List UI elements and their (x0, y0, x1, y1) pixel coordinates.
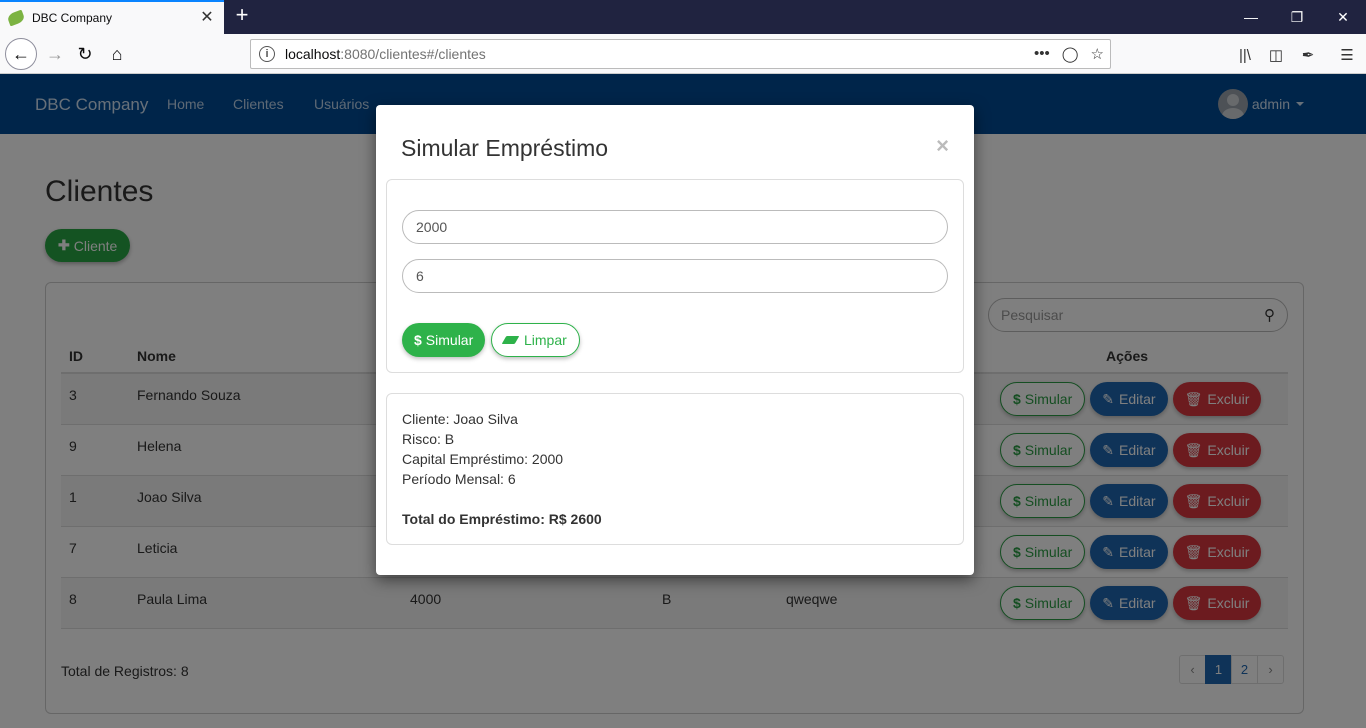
eraser-icon (501, 336, 520, 344)
close-window-icon[interactable]: ✕ (1320, 0, 1366, 34)
eyedropper-icon[interactable]: ✒ (1297, 44, 1319, 66)
dollar-icon: $ (414, 332, 422, 348)
simular-modal: Simular Empréstimo × 2000 6 $ Simular Li… (376, 105, 974, 575)
reload-button[interactable]: ↻ (70, 39, 100, 69)
new-tab-button[interactable]: + (230, 4, 254, 28)
home-button[interactable]: ⌂ (102, 39, 132, 69)
pocket-icon[interactable]: ◯ (1062, 45, 1079, 63)
simular-label: Simular (425, 332, 474, 348)
minimize-icon[interactable]: — (1228, 0, 1274, 34)
limpar-label: Limpar (524, 332, 567, 348)
resultado-periodo: Período Mensal: 6 (402, 471, 516, 487)
modal-title: Simular Empréstimo (401, 135, 609, 161)
url-path: :8080/clientes#/clientes (340, 46, 486, 62)
browser-tab[interactable]: DBC Company ✕ (0, 0, 224, 34)
periodo-input[interactable]: 6 (402, 259, 948, 293)
limpar-button[interactable]: Limpar (491, 323, 580, 357)
browser-tab-bar: DBC Company ✕ + — ❐ ✕ (0, 0, 1366, 34)
url-bar[interactable]: i localhost:8080/clientes#/clientes ••• … (250, 39, 1111, 69)
resultado-capital: Capital Empréstimo: 2000 (402, 451, 564, 467)
browser-toolbar: ← → ↻ ⌂ i localhost:8080/clientes#/clien… (0, 34, 1366, 74)
close-tab-icon[interactable]: ✕ (198, 9, 216, 27)
capital-input[interactable]: 2000 (402, 210, 948, 244)
leaf-icon (6, 9, 26, 27)
library-icon[interactable]: ||\ (1234, 44, 1256, 66)
resultado-total: Total do Empréstimo: R$ 2600 (402, 511, 602, 527)
sidebar-icon[interactable]: ◫ (1265, 44, 1287, 66)
back-button[interactable]: ← (5, 38, 37, 70)
resultado-risco: Risco: B (402, 431, 455, 447)
simulacao-form: 2000 6 $ Simular Limpar (386, 179, 964, 373)
info-icon[interactable]: i (259, 46, 275, 62)
close-icon[interactable]: × (936, 133, 949, 159)
resultado-cliente: Cliente: Joao Silva (402, 411, 518, 427)
forward-button[interactable]: → (40, 39, 70, 69)
simular-button[interactable]: $ Simular (402, 323, 486, 357)
restore-icon[interactable]: ❐ (1274, 0, 1320, 34)
menu-icon[interactable]: ☰ (1336, 44, 1358, 66)
url-host: localhost (285, 46, 341, 62)
bookmark-star-icon[interactable]: ☆ (1091, 45, 1104, 63)
more-actions-icon[interactable]: ••• (1034, 45, 1050, 63)
simulacao-resultado: Cliente: Joao Silva Risco: B Capital Emp… (386, 393, 964, 545)
tab-title: DBC Company (32, 11, 113, 25)
